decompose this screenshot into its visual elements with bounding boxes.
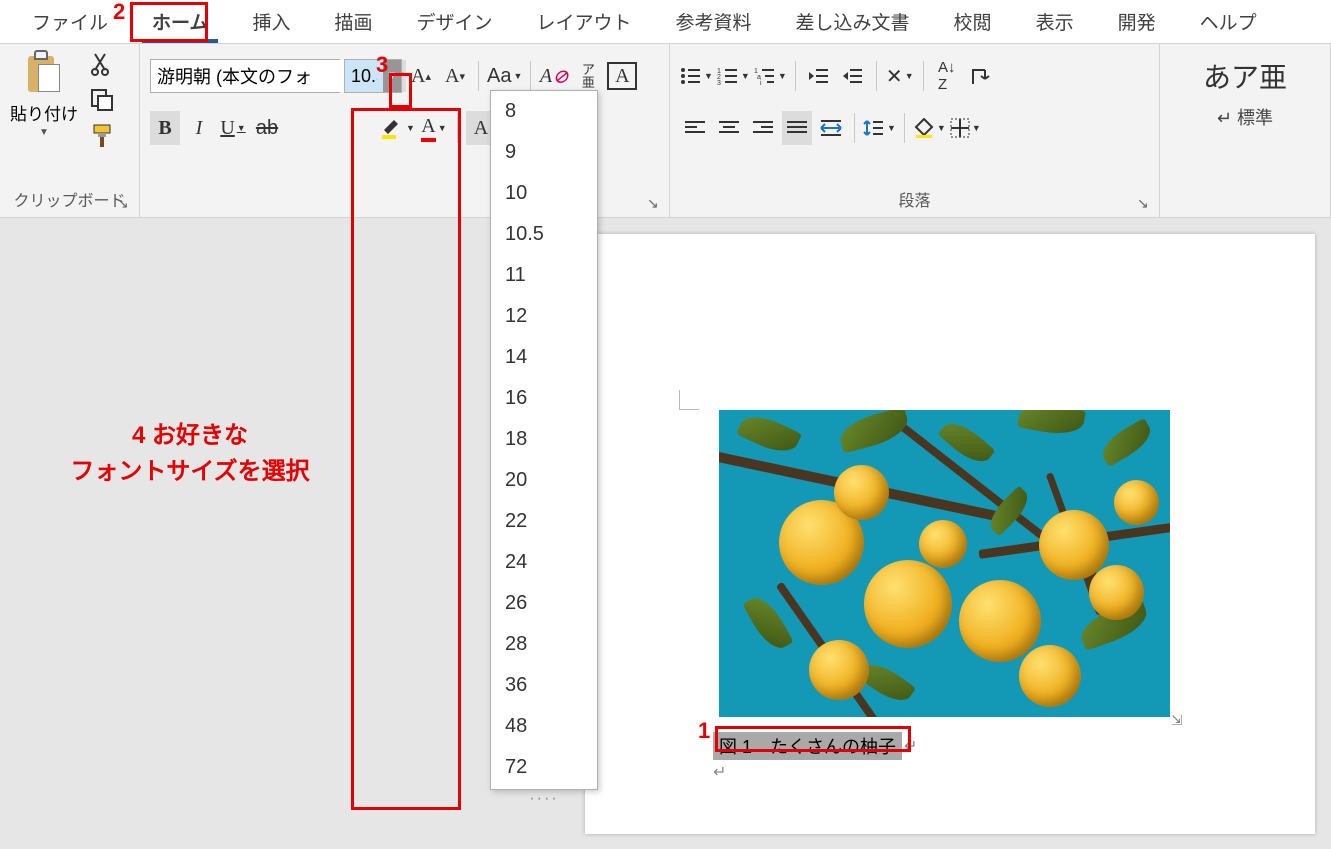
group-paragraph: ▼ 123▼ 1ai▼ ✕▼ A↓Z ▼ ▼ ▼ 段落 — [670, 44, 1160, 217]
size-opt-10-5[interactable]: 10.5 — [491, 214, 597, 255]
image-caption[interactable]: 図 1 たくさんの柚子 — [713, 732, 902, 760]
font-color-button[interactable]: A▼ — [419, 111, 449, 145]
ribbon-tabs: ファイル ホーム 挿入 描画 デザイン レイアウト 参考資料 差し込み文書 校閲… — [0, 0, 1331, 44]
tab-file[interactable]: ファイル — [10, 0, 130, 45]
char-border-button[interactable]: A — [607, 62, 637, 90]
annotation-4-text: 4 お好きなフォントサイズを選択 — [40, 418, 340, 490]
menu-resize-grip[interactable]: ···· — [491, 788, 597, 810]
align-justify-button[interactable] — [782, 111, 812, 145]
underline-button[interactable]: U▼ — [218, 111, 248, 145]
bold-button[interactable]: B — [150, 111, 180, 145]
paste-icon — [24, 50, 64, 98]
phonetic-guide-button[interactable]: ア亜 — [573, 59, 603, 93]
document-page[interactable]: ⇲ 図 1 たくさんの柚子 ↵ ↵ — [585, 234, 1315, 834]
size-opt-36[interactable]: 36 — [491, 665, 597, 706]
grow-font-button[interactable]: A▴ — [406, 59, 436, 93]
document-area: ⇲ 図 1 たくさんの柚子 ↵ ↵ 4 お好きなフォントサイズを選択 — [0, 218, 1331, 849]
annotation-3-num: 3 — [376, 52, 388, 78]
font-launcher[interactable]: ↘ — [647, 195, 663, 211]
font-name-combo[interactable]: ▼ — [150, 59, 340, 93]
size-opt-48[interactable]: 48 — [491, 706, 597, 747]
paragraph-launcher[interactable]: ↘ — [1137, 195, 1153, 211]
paragraph-mark-icon: ↵ — [904, 736, 917, 756]
highlight-button[interactable]: ▼ — [380, 111, 415, 145]
size-opt-9[interactable]: 9 — [491, 132, 597, 173]
size-opt-16[interactable]: 16 — [491, 378, 597, 419]
tab-developer[interactable]: 開発 — [1096, 0, 1178, 45]
tab-design[interactable]: デザイン — [394, 0, 514, 45]
align-center-button[interactable] — [714, 111, 744, 145]
svg-text:3: 3 — [717, 80, 721, 85]
size-opt-24[interactable]: 24 — [491, 542, 597, 583]
size-opt-18[interactable]: 18 — [491, 419, 597, 460]
borders-button[interactable]: ▼ — [950, 111, 981, 145]
group-font: ▼ ▼ A▴ A▾ Aa▼ A⊘ ア亜 A B I U▼ ab ▼ — [140, 44, 670, 217]
distribute-button[interactable] — [816, 111, 846, 145]
size-opt-20[interactable]: 20 — [491, 460, 597, 501]
size-opt-72[interactable]: 72 — [491, 747, 597, 788]
tab-insert[interactable]: 挿入 — [230, 0, 312, 45]
font-size-combo[interactable]: ▼ — [344, 59, 402, 93]
bullets-button[interactable]: ▼ — [680, 59, 713, 93]
multilevel-button[interactable]: 1ai▼ — [754, 59, 787, 93]
align-left-button[interactable] — [680, 111, 710, 145]
paragraph-mark-icon: ↵ — [713, 762, 726, 782]
asian-layout-button[interactable]: ✕▼ — [885, 59, 915, 93]
show-marks-button[interactable] — [966, 59, 996, 93]
cut-button[interactable] — [88, 50, 116, 78]
style-normal[interactable]: ↵ 標準 — [1170, 104, 1320, 130]
resize-handle-icon[interactable]: ⇲ — [1171, 712, 1185, 726]
increase-indent-button[interactable] — [838, 59, 868, 93]
tab-layout[interactable]: レイアウト — [515, 0, 654, 45]
decrease-indent-button[interactable] — [804, 59, 834, 93]
svg-text:i: i — [760, 80, 762, 85]
size-opt-12[interactable]: 12 — [491, 296, 597, 337]
italic-button[interactable]: I — [184, 111, 214, 145]
size-opt-26[interactable]: 26 — [491, 583, 597, 624]
shrink-font-button[interactable]: A▾ — [440, 59, 470, 93]
align-right-button[interactable] — [748, 111, 778, 145]
format-painter-button[interactable] — [88, 122, 116, 150]
tab-view[interactable]: 表示 — [1014, 0, 1096, 45]
tab-review[interactable]: 校閲 — [932, 0, 1014, 45]
tab-home[interactable]: ホーム — [130, 0, 230, 45]
paste-button[interactable]: 貼り付け ▼ — [10, 50, 78, 150]
group-label-paragraph: 段落 — [680, 187, 1149, 215]
clipboard-launcher[interactable]: ↘ — [117, 195, 133, 211]
clear-format-button[interactable]: A⊘ — [539, 59, 569, 93]
line-spacing-button[interactable]: ▼ — [863, 111, 896, 145]
shading-button[interactable]: ▼ — [913, 111, 946, 145]
sort-button[interactable]: A↓Z — [932, 59, 962, 93]
copy-button[interactable] — [88, 86, 116, 114]
tab-draw[interactable]: 描画 — [312, 0, 394, 45]
tab-help[interactable]: ヘルプ — [1178, 0, 1279, 45]
tab-mailings[interactable]: 差し込み文書 — [774, 0, 932, 45]
size-opt-8[interactable]: 8 — [491, 91, 597, 132]
size-opt-28[interactable]: 28 — [491, 624, 597, 665]
style-sample: あア亜 — [1170, 56, 1320, 96]
annotation-1-num: 1 — [698, 718, 710, 744]
change-case-button[interactable]: Aa▼ — [487, 59, 522, 93]
size-opt-22[interactable]: 22 — [491, 501, 597, 542]
ribbon: 貼り付け ▼ クリップボード ↘ ▼ — [0, 44, 1331, 218]
size-opt-14[interactable]: 14 — [491, 337, 597, 378]
strikethrough-button[interactable]: ab — [252, 111, 282, 145]
numbering-button[interactable]: 123▼ — [717, 59, 750, 93]
group-styles: あア亜 ↵ 標準 — [1160, 44, 1331, 217]
size-opt-11[interactable]: 11 — [491, 255, 597, 296]
font-size-menu: 8 9 10 10.5 11 12 14 16 18 20 22 24 26 2… — [490, 90, 598, 790]
margin-corner-icon — [679, 390, 699, 410]
annotation-2-num: 2 — [113, 0, 125, 25]
document-image[interactable] — [719, 410, 1170, 717]
size-opt-10[interactable]: 10 — [491, 173, 597, 214]
group-clipboard: 貼り付け ▼ クリップボード ↘ — [0, 44, 140, 217]
group-label-clipboard: クリップボード — [10, 187, 129, 215]
tab-references[interactable]: 参考資料 — [654, 0, 774, 45]
